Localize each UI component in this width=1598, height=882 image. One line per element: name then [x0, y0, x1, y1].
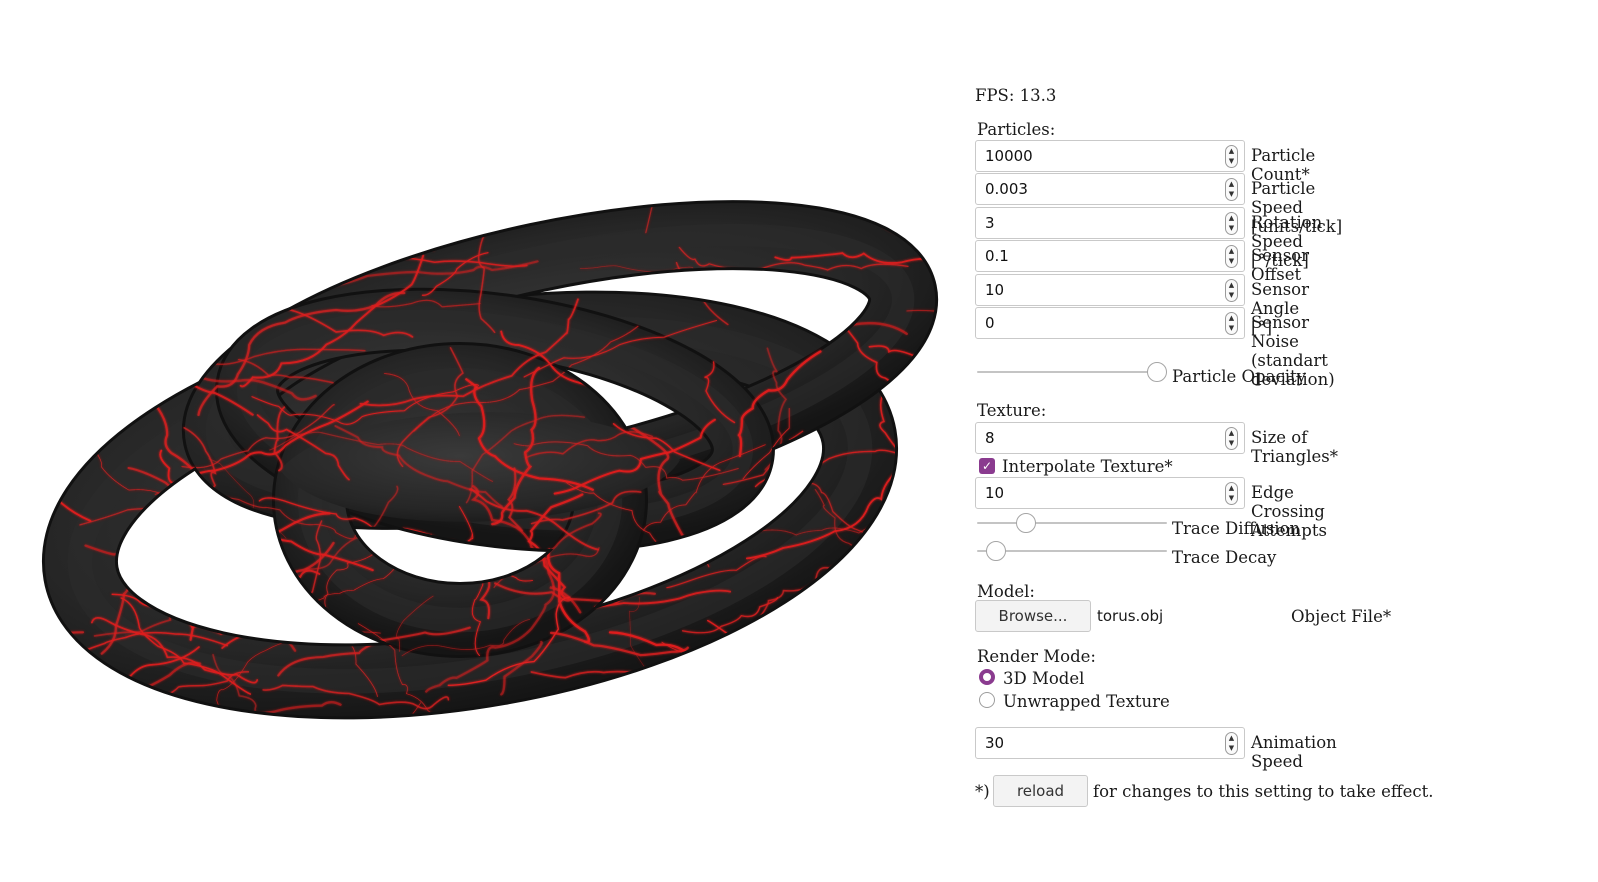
- edge-crossing-field[interactable]: ▲▼: [975, 477, 1245, 509]
- render-mode-3d-radio[interactable]: [979, 669, 995, 685]
- rotation-speed-spinner[interactable]: ▲ ▼: [1225, 212, 1238, 235]
- particle-count-input[interactable]: [976, 141, 1208, 171]
- browse-button[interactable]: Browse...: [975, 600, 1091, 632]
- model-file-name: torus.obj: [1097, 607, 1164, 625]
- render-mode-3d-label: 3D Model: [1003, 669, 1085, 688]
- trace-diffusion-label: Trace Diffusion: [1172, 519, 1301, 538]
- triangle-size-label: Size of Triangles*: [1251, 428, 1338, 466]
- sensor-angle-spinner[interactable]: ▲ ▼: [1225, 279, 1238, 302]
- animation-speed-spinner[interactable]: ▲ ▼: [1225, 732, 1238, 755]
- triangle-size-field[interactable]: ▲▼: [975, 422, 1245, 454]
- animation-speed-field[interactable]: ▲▼: [975, 727, 1245, 759]
- particle-speed-spinner[interactable]: ▲ ▼: [1225, 178, 1238, 201]
- particles-heading: Particles:: [977, 120, 1056, 139]
- particle-opacity-track: [977, 371, 1167, 373]
- trace-decay-track: [977, 550, 1167, 552]
- reload-hint-text: for changes to this setting to take effe…: [1093, 782, 1434, 801]
- sensor-offset-spinner[interactable]: ▲ ▼: [1225, 245, 1238, 268]
- render-viewport[interactable]: [40, 170, 940, 750]
- rotation-speed-field[interactable]: ▲▼: [975, 207, 1245, 239]
- triangle-size-input[interactable]: [976, 423, 1208, 453]
- render-mode-heading: Render Mode:: [977, 647, 1096, 666]
- trace-diffusion-track: [977, 522, 1167, 524]
- object-file-label: Object File*: [1291, 607, 1392, 626]
- sensor-angle-field[interactable]: ▲▼: [975, 274, 1245, 306]
- interpolate-texture-label: Interpolate Texture*: [1002, 457, 1173, 476]
- sensor-offset-input[interactable]: [976, 241, 1208, 271]
- particle-opacity-label: Particle Opacity: [1172, 367, 1306, 386]
- triangle-size-spinner[interactable]: ▲ ▼: [1225, 427, 1238, 450]
- sensor-noise-field[interactable]: ▲▼: [975, 307, 1245, 339]
- footnote-marker: *): [975, 782, 990, 801]
- control-panel: FPS: 13.3 Particles: ▲▼ Particle Count* …: [975, 0, 1598, 882]
- particle-opacity-thumb[interactable]: [1147, 362, 1167, 382]
- sensor-offset-label: Sensor Offset: [1251, 246, 1309, 284]
- texture-heading: Texture:: [977, 401, 1047, 420]
- trace-decay-slider[interactable]: [977, 541, 1167, 561]
- trace-diffusion-slider[interactable]: [977, 513, 1167, 533]
- edge-crossing-input[interactable]: [976, 478, 1208, 508]
- particle-speed-field[interactable]: ▲▼: [975, 173, 1245, 205]
- particle-count-spinner[interactable]: ▲ ▼: [1225, 145, 1238, 168]
- particle-speed-input[interactable]: [976, 174, 1208, 204]
- fps-readout: FPS: 13.3: [975, 86, 1057, 105]
- particle-count-field[interactable]: ▲▼: [975, 140, 1245, 172]
- trace-diffusion-thumb[interactable]: [1016, 513, 1037, 533]
- animation-speed-input[interactable]: [976, 728, 1208, 758]
- sensor-offset-field[interactable]: ▲▼: [975, 240, 1245, 272]
- render-mode-unwrapped-radio[interactable]: [979, 692, 995, 708]
- reload-button[interactable]: reload: [993, 775, 1088, 807]
- sensor-noise-spinner[interactable]: ▲ ▼: [1225, 312, 1238, 335]
- trace-decay-label: Trace Decay: [1172, 548, 1277, 567]
- sensor-noise-input[interactable]: [976, 308, 1208, 338]
- interpolate-texture-checkbox[interactable]: ✓: [979, 458, 995, 474]
- edge-crossing-spinner[interactable]: ▲ ▼: [1225, 482, 1238, 505]
- animation-speed-label: Animation Speed: [1251, 733, 1337, 771]
- trace-decay-thumb[interactable]: [985, 541, 1006, 561]
- render-mode-unwrapped-label: Unwrapped Texture: [1003, 692, 1170, 711]
- sensor-angle-input[interactable]: [976, 275, 1208, 305]
- rotation-speed-input[interactable]: [976, 208, 1208, 238]
- model-heading: Model:: [977, 582, 1035, 601]
- torus-render: [40, 170, 940, 750]
- particle-opacity-slider[interactable]: [977, 362, 1167, 382]
